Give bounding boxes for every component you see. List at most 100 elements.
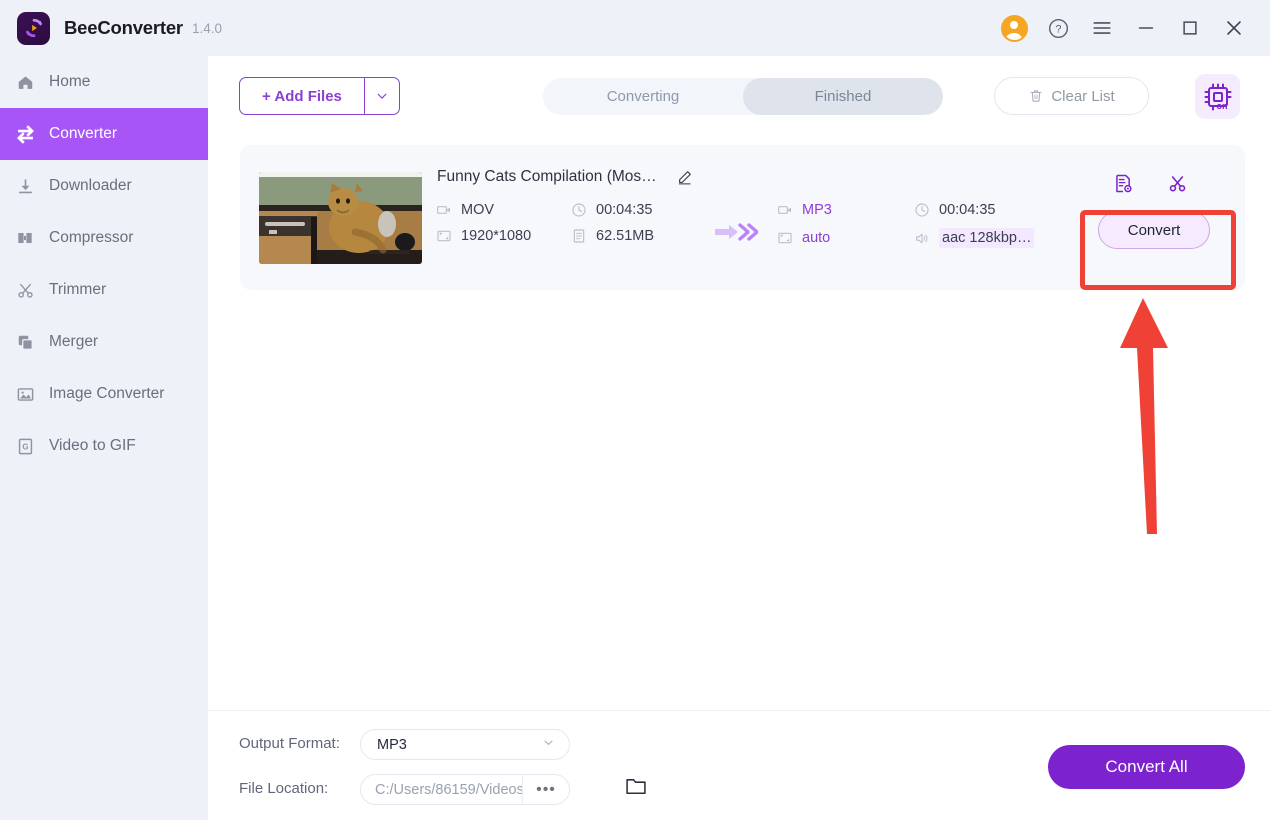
app-version: 1.4.0 — [191, 20, 222, 36]
main-content: + Add Files Converting Finished Clear Li… — [208, 56, 1270, 820]
convert-arrows-icon — [14, 123, 36, 145]
hamburger-menu-icon — [1093, 22, 1111, 34]
convert-button-label: Convert — [1127, 221, 1181, 239]
close-x-icon — [1227, 21, 1241, 35]
chevron-down-icon — [377, 93, 387, 99]
sidebar-item-trimmer[interactable]: Trimmer — [0, 264, 208, 316]
clock-icon — [571, 202, 587, 218]
account-button[interactable] — [992, 6, 1036, 50]
cpu-chip-on-icon: on — [1204, 83, 1231, 111]
sidebar-item-image-converter[interactable]: Image Converter — [0, 368, 208, 420]
source-duration: 00:04:35 — [571, 202, 706, 218]
convert-all-button[interactable]: Convert All — [1048, 745, 1245, 789]
tab-converting[interactable]: Converting — [543, 78, 743, 115]
source-size: 62.51MB — [571, 228, 706, 244]
minimize-icon — [1138, 27, 1154, 29]
minimize-button[interactable] — [1124, 6, 1168, 50]
maximize-square-icon — [1183, 21, 1197, 35]
app-name: BeeConverter — [64, 17, 183, 38]
sidebar-item-converter[interactable]: Converter — [0, 108, 208, 160]
target-resolution: auto — [777, 230, 914, 246]
target-duration-value: 00:04:35 — [939, 202, 996, 218]
clock-icon — [914, 202, 930, 218]
add-files-label: + Add Files — [262, 87, 342, 105]
output-format-select[interactable]: MP3 — [360, 729, 570, 760]
file-location-input[interactable]: C:/Users/86159/Videos/B ••• — [360, 774, 570, 805]
sidebar: Home Converter Downloader Compressor Tri… — [0, 56, 208, 820]
window-controls: ? — [992, 0, 1256, 56]
output-format-value: MP3 — [377, 736, 407, 753]
resolution-frame-icon — [777, 230, 793, 246]
file-settings-button[interactable] — [1113, 173, 1134, 194]
browse-dots-button[interactable]: ••• — [522, 775, 569, 804]
document-settings-icon — [1116, 174, 1132, 193]
sidebar-item-downloader[interactable]: Downloader — [0, 160, 208, 212]
maximize-button[interactable] — [1168, 6, 1212, 50]
sidebar-item-label: Converter — [49, 125, 118, 142]
sidebar-item-merger[interactable]: Merger — [0, 316, 208, 368]
sidebar-item-label: Downloader — [49, 177, 132, 194]
home-icon — [14, 71, 36, 93]
source-resolution-value: 1920*1080 — [461, 228, 532, 244]
add-files-button[interactable]: + Add Files — [239, 77, 400, 115]
open-folder-button[interactable] — [625, 776, 647, 801]
convert-all-label: Convert All — [1105, 757, 1188, 776]
convert-button[interactable]: Convert — [1098, 211, 1210, 249]
clear-list-button[interactable]: Clear List — [994, 77, 1149, 115]
target-audio-value: aac 128kbp… — [939, 228, 1035, 248]
sidebar-item-compressor[interactable]: Compressor — [0, 212, 208, 264]
source-size-value: 62.51MB — [596, 228, 655, 244]
resolution-frame-icon — [436, 228, 452, 244]
target-audio: aac 128kbp… — [914, 228, 1074, 248]
speaker-volume-icon — [914, 230, 930, 246]
close-button[interactable] — [1212, 6, 1256, 50]
target-format-value: MP3 — [802, 202, 832, 218]
sidebar-item-label: Trimmer — [49, 281, 107, 298]
gif-file-icon: G — [14, 435, 36, 457]
target-file-meta: MP3 00:04:35 auto aac 128kbp… — [777, 202, 1074, 248]
add-files-dropdown-toggle[interactable] — [363, 78, 399, 114]
title-bar: BeeConverter 1.4.0 ? — [0, 0, 1270, 56]
content-toolbar: + Add Files Converting Finished Clear Li… — [208, 56, 1270, 136]
scissors-icon — [1169, 175, 1186, 192]
status-tabs: Converting Finished — [543, 78, 943, 115]
double-chevron-right-arrow-icon — [713, 221, 759, 248]
clear-list-label: Clear List — [1051, 87, 1115, 105]
file-location-label: File Location: — [239, 780, 329, 797]
video-camera-icon — [436, 202, 452, 218]
sidebar-item-label: Video to GIF — [49, 437, 136, 454]
trash-icon — [1030, 90, 1042, 102]
download-icon — [14, 175, 36, 197]
hardware-acceleration-button[interactable]: on — [1195, 74, 1240, 119]
app-logo: BeeConverter 1.4.0 — [17, 11, 222, 45]
target-duration: 00:04:35 — [914, 202, 1074, 218]
image-icon — [14, 383, 36, 405]
question-circle-icon: ? — [1048, 18, 1068, 38]
tab-finished[interactable]: Finished — [743, 78, 943, 115]
video-camera-icon — [777, 202, 793, 218]
source-file-meta: MOV 00:04:35 1920*1080 62.51MB — [436, 202, 706, 244]
beeconverter-logo-icon — [17, 11, 50, 45]
video-thumbnail-cat-on-piano — [259, 172, 422, 264]
file-lines-icon — [571, 228, 587, 244]
sidebar-item-label: Home — [49, 73, 91, 90]
file-location-value: C:/Users/86159/Videos/B — [375, 781, 522, 798]
scissors-icon — [14, 279, 36, 301]
target-resolution-value: auto — [802, 230, 831, 246]
sidebar-item-home[interactable]: Home — [0, 56, 208, 108]
pencil-edit-icon[interactable] — [676, 169, 693, 191]
sidebar-item-label: Compressor — [49, 229, 134, 246]
svg-text:G: G — [22, 442, 28, 451]
merge-layers-icon — [14, 331, 36, 353]
user-avatar-icon — [1000, 14, 1028, 42]
help-button[interactable]: ? — [1036, 6, 1080, 50]
trim-button[interactable] — [1167, 173, 1188, 194]
target-format: MP3 — [777, 202, 914, 218]
sidebar-item-video-to-gif[interactable]: G Video to GIF — [0, 420, 208, 472]
file-name: Funny Cats Compilation (Mos… — [437, 168, 657, 185]
output-format-label: Output Format: — [239, 735, 340, 752]
menu-button[interactable] — [1080, 6, 1124, 50]
svg-text:on: on — [1216, 101, 1227, 111]
sidebar-item-label: Merger — [49, 333, 99, 350]
source-resolution: 1920*1080 — [436, 228, 571, 244]
